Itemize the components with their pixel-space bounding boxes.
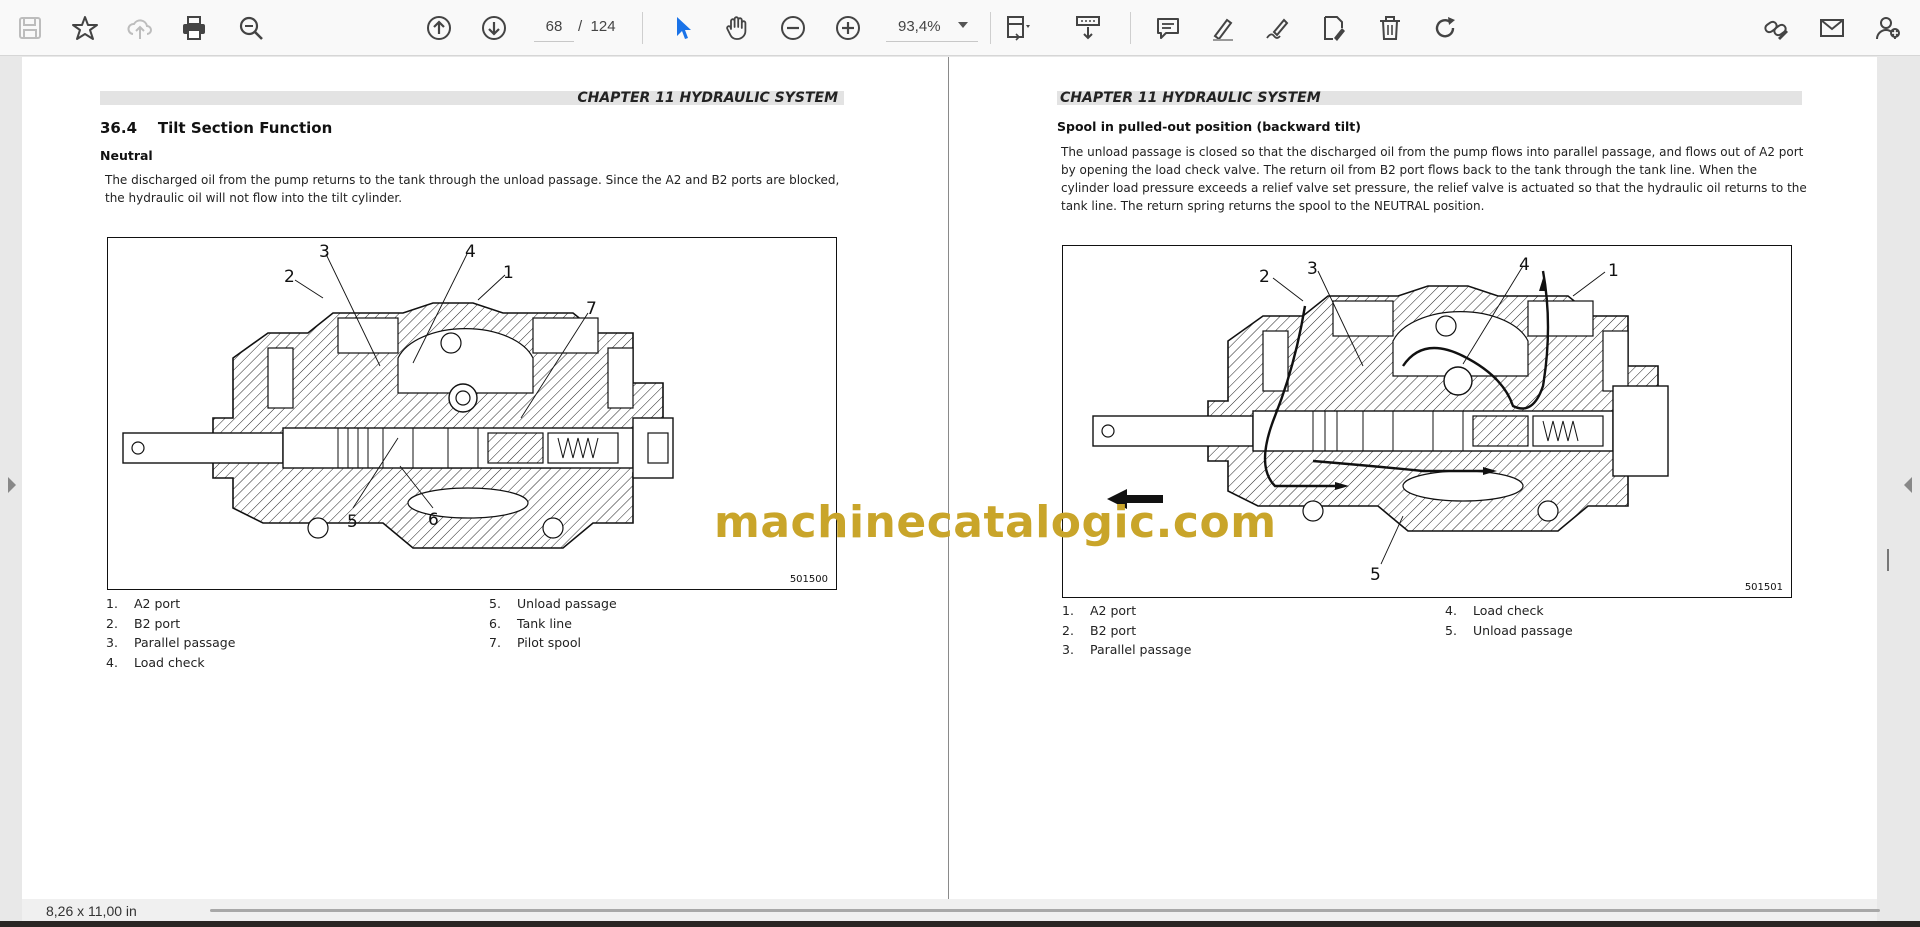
toolbar-divider <box>642 12 643 44</box>
page-size-label: 8,26 x 11,00 in <box>46 903 137 919</box>
subheading-neutral: Neutral <box>100 148 153 163</box>
body-paragraph: The discharged oil from the pump returns… <box>105 173 840 205</box>
legend-column-2: 5. Unload passage 6. Tank line 7. Pilot spo… <box>489 596 617 655</box>
share-link-icon[interactable] <box>1758 10 1794 46</box>
hydraulic-valve-drawing: 1 2 3 4 5 6 7 <box>122 242 674 549</box>
figure-code: 501501 <box>1744 582 1783 593</box>
chapter-header: CHAPTER 11 HYDRAULIC SYSTEM <box>100 91 844 105</box>
callout-3: 3 <box>319 242 330 262</box>
list-item: 2. B2 port <box>1062 622 1137 638</box>
toolbar-divider <box>990 12 991 44</box>
toolbar: / 124 93,4% <box>0 0 1920 56</box>
bookmark-star-icon[interactable] <box>67 10 103 46</box>
next-page-arrow-icon[interactable] <box>1904 477 1912 493</box>
scroll-mode-icon[interactable] <box>1070 10 1106 46</box>
select-cursor-icon[interactable] <box>665 10 701 46</box>
status-bar: 8,26 x 11,00 in <box>22 899 1880 921</box>
valve-diagram-neutral: 1 2 3 4 5 6 7 501500 <box>107 237 837 590</box>
chevron-down-icon[interactable] <box>958 22 968 28</box>
callout-3: 3 <box>1307 259 1318 279</box>
draw-sign-icon[interactable] <box>1260 10 1296 46</box>
list-item: 6. Tank line <box>489 615 572 631</box>
section-title: 36.4 Tilt Section Function <box>100 119 333 137</box>
account-icon[interactable] <box>1870 10 1906 46</box>
save-icon[interactable] <box>12 10 48 46</box>
cloud-upload-icon[interactable] <box>122 10 158 46</box>
toolbar-divider <box>1130 12 1131 44</box>
list-item: 2. B2 port <box>106 615 181 631</box>
list-item: 3. Parallel passage <box>1062 642 1192 657</box>
page-up-icon[interactable] <box>421 10 457 46</box>
body-paragraph: The unload passage is closed so that the… <box>1061 145 1807 213</box>
list-item: 3. Parallel passage <box>106 635 236 650</box>
rotate-icon[interactable] <box>1427 10 1463 46</box>
figure-code: 501500 <box>789 574 828 585</box>
email-icon[interactable] <box>1814 10 1850 46</box>
print-icon[interactable] <box>176 10 212 46</box>
previous-page-arrow-icon[interactable] <box>8 477 16 493</box>
document-viewer[interactable]: CHAPTER 11 HYDRAULIC SYSTEM 36.4 Tilt Se… <box>0 57 1920 927</box>
callout-5: 5 <box>1370 565 1381 585</box>
zoom-in-icon[interactable] <box>830 10 866 46</box>
list-item: 4. Load check <box>1445 603 1544 618</box>
delete-icon[interactable] <box>1372 10 1408 46</box>
callout-1: 1 <box>1608 261 1619 281</box>
callout-7: 7 <box>586 299 597 319</box>
callout-4: 4 <box>1519 255 1530 275</box>
page-down-icon[interactable] <box>476 10 512 46</box>
callout-2: 2 <box>1259 267 1270 287</box>
list-item: 4. Load check <box>106 654 205 670</box>
list-item: 1. A2 port <box>106 596 181 611</box>
chapter-header: CHAPTER 11 HYDRAULIC SYSTEM <box>1057 91 1802 105</box>
pdf-page-right: CHAPTER 11 HYDRAULIC SYSTEM Spool in pul… <box>949 57 1877 899</box>
list-item: 7. Pilot spool <box>489 635 581 650</box>
zoom-out-icon[interactable] <box>775 10 811 46</box>
taskbar-edge <box>0 921 1920 927</box>
callout-5: 5 <box>347 512 358 532</box>
list-item: 1. A2 port <box>1062 603 1137 618</box>
page-fit-icon[interactable] <box>1000 10 1036 46</box>
callout-2: 2 <box>284 267 295 287</box>
subheading-backward-tilt: Spool in pulled-out position (backward t… <box>1057 119 1361 134</box>
legend-column-2: 4. Load check 5. Unload passage <box>1445 603 1573 642</box>
horizontal-scrollbar[interactable] <box>210 909 1880 912</box>
page-total-label: / 124 <box>578 18 616 35</box>
hand-tool-icon[interactable] <box>719 10 755 46</box>
valve-diagram-backward-tilt: 1 2 3 4 5 501501 <box>1062 245 1792 598</box>
callout-1: 1 <box>503 263 514 283</box>
edit-document-icon[interactable] <box>1316 10 1352 46</box>
scrollbar-thumb[interactable] <box>1887 549 1889 571</box>
legend-column-1: 1. A2 port 2. B2 port 3. Parallel passage <box>1062 603 1191 662</box>
legend-column-1: 1. A2 port 2. B2 port 3. Parallel passage 4… <box>106 596 235 674</box>
list-item: 5. Unload passage <box>489 596 617 611</box>
callout-4: 4 <box>465 242 476 262</box>
comment-icon[interactable] <box>1150 10 1186 46</box>
callout-6: 6 <box>428 510 439 530</box>
pdf-page-left: CHAPTER 11 HYDRAULIC SYSTEM 36.4 Tilt Se… <box>22 57 949 899</box>
hydraulic-valve-drawing: 1 2 3 4 5 <box>1092 255 1669 585</box>
zoom-search-icon[interactable] <box>233 10 269 46</box>
highlight-pen-icon[interactable] <box>1205 10 1241 46</box>
list-item: 5. Unload passage <box>1445 622 1573 638</box>
page-number-input[interactable] <box>534 12 574 42</box>
